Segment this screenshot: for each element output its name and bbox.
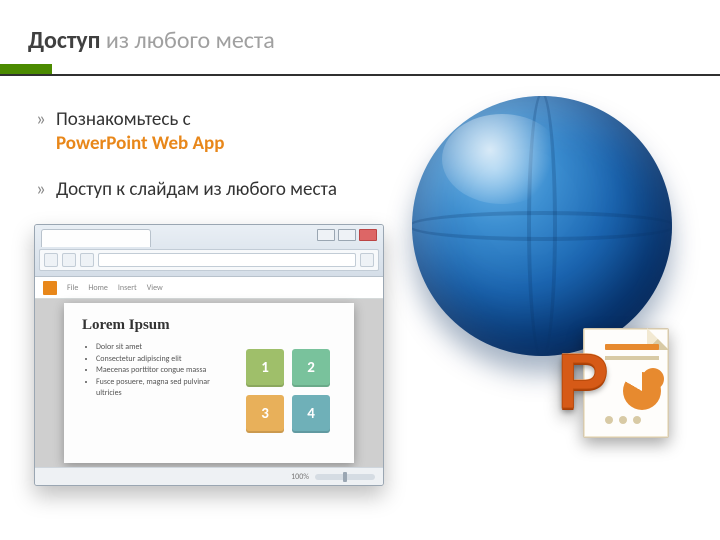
ribbon-item-3: View	[147, 283, 163, 293]
bullet-2: Доступ к слайдам из любого места	[36, 178, 376, 202]
mini-bullet-2: Maecenas porttitor congue massa	[96, 365, 212, 377]
tile-2: 2	[292, 349, 330, 387]
window-controls	[317, 229, 377, 241]
browser-tab	[41, 229, 151, 247]
powerpoint-file-icon: P	[557, 320, 682, 445]
bullet-1-lead: Познакомьтесь с	[56, 108, 191, 131]
mini-bullet-0: Dolor sit amet	[96, 342, 212, 354]
tile-1: 1	[246, 349, 284, 387]
ppt-piechart-icon	[623, 372, 661, 410]
mini-slide: Lorem Ipsum Dolor sit amet Consectetur a…	[64, 303, 354, 463]
globe-meridian	[527, 96, 557, 356]
mini-bullet-3: Fusce posuere, magna sed pulvinar ultric…	[96, 377, 212, 400]
ribbon-item-1: Home	[88, 283, 108, 293]
zoom-slider-icon	[315, 474, 375, 480]
accent-underline	[0, 74, 720, 76]
globe-graphic	[412, 96, 672, 356]
globe-shine	[442, 114, 562, 204]
mini-slide-bullets: Dolor sit amet Consectetur adipiscing el…	[82, 342, 212, 400]
ppt-letter: P	[557, 342, 619, 420]
webapp-screenshot: File Home Insert View Lorem Ipsum Dolor …	[34, 224, 384, 486]
bullet-1-highlight: PowerPoint Web App	[56, 132, 224, 155]
slide-title: Доступ из любого места	[28, 28, 275, 54]
tile-4: 4	[292, 395, 330, 433]
bullet-2-text: Доступ к слайдам из любого места	[56, 178, 337, 201]
browser-chrome	[35, 225, 383, 277]
ribbon-item-2: Insert	[118, 283, 137, 293]
forward-icon	[62, 253, 76, 267]
presentation-slide: Доступ из любого места Познакомьтесь с P…	[0, 0, 720, 540]
globe-icon	[412, 96, 672, 356]
reload-icon	[80, 253, 94, 267]
browser-toolbar	[39, 249, 379, 271]
accent-bar	[0, 64, 52, 74]
status-bar: 100%	[35, 467, 383, 485]
search-icon	[360, 253, 374, 267]
slide-canvas: Lorem Ipsum Dolor sit amet Consectetur a…	[35, 299, 383, 467]
webapp-ribbon: File Home Insert View	[35, 277, 383, 299]
bullet-1: Познакомьтесь с PowerPoint Web App	[36, 108, 376, 156]
mini-tile-grid: 1 2 3 4	[246, 349, 330, 433]
globe-equator	[412, 211, 672, 241]
body-bullets: Познакомьтесь с PowerPoint Web App Досту…	[36, 108, 376, 223]
back-icon	[44, 253, 58, 267]
title-strong: Доступ	[28, 26, 101, 55]
close-icon	[359, 229, 377, 241]
ribbon-item-0: File	[67, 283, 78, 293]
app-orb-icon	[43, 281, 57, 295]
address-bar	[98, 253, 356, 267]
mini-slide-title: Lorem Ipsum	[82, 317, 336, 334]
minimize-icon	[317, 229, 335, 241]
maximize-icon	[338, 229, 356, 241]
tile-3: 3	[246, 395, 284, 433]
title-light: из любого места	[101, 26, 275, 55]
mini-bullet-1: Consectetur adipiscing elit	[96, 354, 212, 366]
zoom-label: 100%	[291, 472, 309, 482]
